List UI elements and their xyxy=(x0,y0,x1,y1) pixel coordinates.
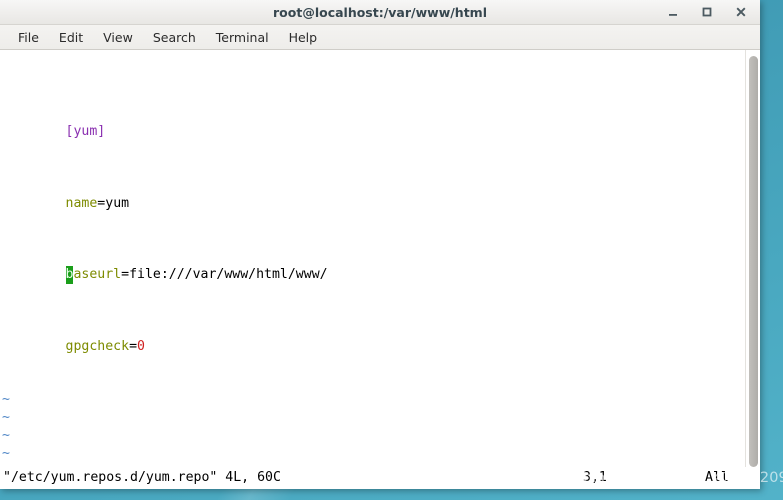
vim-filler-line: ~ xyxy=(2,445,745,463)
window-titlebar[interactable]: root@localhost:/var/www/html xyxy=(0,0,760,25)
buffer-line-3: baseurl=file:///var/www/html/www/ xyxy=(2,248,745,284)
close-icon[interactable] xyxy=(734,5,748,19)
window-title: root@localhost:/var/www/html xyxy=(273,4,487,20)
window-controls xyxy=(666,0,756,24)
menu-item-help[interactable]: Help xyxy=(280,27,327,48)
maximize-icon[interactable] xyxy=(700,5,714,19)
menu-item-edit[interactable]: Edit xyxy=(50,27,92,48)
status-cursor-position: 3,1 xyxy=(583,470,607,485)
buffer-line-4: gpgcheck=0 xyxy=(2,320,745,354)
menu-item-search[interactable]: Search xyxy=(144,27,205,48)
ini-value-name: yum xyxy=(105,195,130,211)
tilde-glyph: ~ xyxy=(2,392,10,408)
tilde-glyph: ~ xyxy=(2,409,10,425)
vim-filler-lines: ~~~~~~~~~~~~~~~~~~~ xyxy=(2,391,745,467)
ini-key-gpgcheck: gpgcheck xyxy=(65,338,130,354)
vim-filler-line: ~ xyxy=(2,427,745,445)
ini-eq-baseurl: = xyxy=(121,267,130,283)
ini-key-name: name xyxy=(65,195,98,211)
ini-eq-gpgcheck: = xyxy=(129,338,138,354)
vertical-scrollbar[interactable] xyxy=(745,50,760,467)
vim-buffer[interactable]: [yum] name=yum baseurl=file:///var/www/h… xyxy=(0,50,745,467)
status-filename: "/etc/yum.repos.d/yum.repo" 4L, 60C xyxy=(3,470,281,485)
scrollbar-thumb[interactable] xyxy=(749,56,758,467)
ini-key-baseurl: aseurl xyxy=(73,267,122,283)
minimize-icon[interactable] xyxy=(666,5,680,19)
scrollbar-trough[interactable] xyxy=(747,50,759,467)
vim-filler-line: ~ xyxy=(2,409,745,427)
ini-value-baseurl: file:///var/www/html/www/ xyxy=(129,267,328,283)
vim-filler-line: ~ xyxy=(2,391,745,409)
menu-item-view[interactable]: View xyxy=(94,27,142,48)
buffer-line-1: [yum] xyxy=(2,106,745,139)
terminal-window: root@localhost:/var/www/html File Edit V… xyxy=(0,0,760,489)
menu-item-terminal[interactable]: Terminal xyxy=(207,27,278,48)
ini-value-gpgcheck: 0 xyxy=(137,338,145,354)
status-scroll-indicator: All xyxy=(705,470,729,485)
buffer-line-2: name=yum xyxy=(2,177,745,211)
tilde-glyph: ~ xyxy=(2,445,10,461)
menubar: File Edit View Search Terminal Help xyxy=(0,25,760,50)
menu-item-file[interactable]: File xyxy=(9,27,48,48)
terminal-area[interactable]: [yum] name=yum baseurl=file:///var/www/h… xyxy=(0,50,760,467)
ini-section-header: [yum] xyxy=(65,124,106,140)
tilde-glyph: ~ xyxy=(2,427,10,443)
vim-status-line: "/etc/yum.repos.d/yum.repo" 4L, 60C 3,1 … xyxy=(0,467,760,489)
